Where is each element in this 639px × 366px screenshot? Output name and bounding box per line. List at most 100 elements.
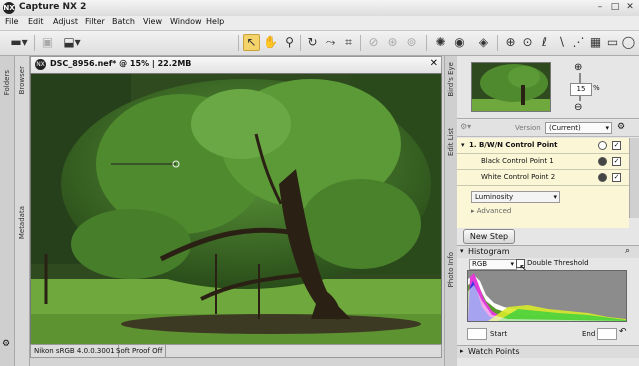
edit-list-scrollbar[interactable] <box>629 138 639 218</box>
histogram-header[interactable]: ▾ Histogram ⌕ <box>457 245 639 258</box>
watch-points-title: Watch Points <box>468 347 520 356</box>
soft-proof-toggle[interactable]: Soft Proof Off <box>113 345 167 357</box>
tree-photo <box>31 74 441 344</box>
blend-mode-value: Luminosity <box>475 193 514 201</box>
menu-batch[interactable]: Batch <box>112 17 135 26</box>
zoom-in-icon[interactable]: ⊕ <box>574 62 582 73</box>
app-title: Capture NX 2 <box>19 2 87 12</box>
step-visibility-radio[interactable] <box>598 141 607 150</box>
close-button[interactable]: ✕ <box>624 2 636 13</box>
menu-filter[interactable]: Filter <box>85 17 105 26</box>
blend-mode-select[interactable]: Luminosity ▾ <box>471 191 560 203</box>
document-status-bar: Nikon sRGB 4.0.0.3001 Soft Proof Off <box>30 344 442 358</box>
reset-icon[interactable]: ↶ <box>619 327 627 337</box>
gear-icon[interactable]: ⚙▾ <box>460 122 471 131</box>
crop-icon[interactable]: ⌗ <box>341 35 356 50</box>
menu-help[interactable]: Help <box>206 17 224 26</box>
lasso-icon[interactable]: ℓ <box>537 35 552 50</box>
channel-value: RGB <box>472 260 488 268</box>
channel-select[interactable]: RGB ▾ <box>469 259 517 270</box>
folders-tab[interactable]: Folders <box>3 70 11 95</box>
retouch-icon[interactable]: ⊚ <box>404 35 419 50</box>
fill-icon[interactable]: ▦ <box>588 35 603 50</box>
control-point-checkbox[interactable]: ✓ <box>612 157 621 166</box>
end-label: End <box>582 330 596 338</box>
document-title: DSC_8956.nef* @ 15% | 22.2MB <box>50 59 192 68</box>
metadata-tab[interactable]: Metadata <box>18 206 26 239</box>
browser-tab[interactable]: Browser <box>18 66 26 94</box>
control-point-label: Black Control Point 1 <box>481 157 554 165</box>
marquee-icon[interactable]: ▭ <box>605 35 620 50</box>
version-select[interactable]: (Current) ▾ <box>545 122 612 134</box>
rotate-icon[interactable]: ↻ <box>305 35 320 50</box>
straighten-icon[interactable]: ⤳ <box>323 35 338 50</box>
control-point-row[interactable]: White Control Point 2 ✓ <box>457 170 629 186</box>
new-step-button[interactable]: New Step <box>463 229 515 244</box>
right-dock: Bird's Eye Edit List Photo Info <box>444 56 458 366</box>
eye-icon[interactable]: ◉ <box>452 35 467 50</box>
collapse-icon[interactable]: ▾ <box>461 141 465 149</box>
document-close-button[interactable]: ✕ <box>430 58 438 69</box>
edit-step-title: 1. B/W/N Control Point <box>469 141 558 149</box>
version-label: Version <box>515 124 541 132</box>
collapse-icon: ▾ <box>460 247 464 255</box>
photo-info-tab[interactable]: Photo Info <box>447 252 455 287</box>
eyedropper-icon[interactable]: ⌕ <box>625 246 630 256</box>
start-field[interactable] <box>467 328 487 340</box>
zoom-field[interactable]: 15 <box>570 83 592 96</box>
version-value: (Current) <box>549 124 581 132</box>
chevron-down-icon: ▾ <box>553 193 557 201</box>
toolbar: ▬▾ ▣ ⬓▾ ↖ ✋ ⚲ ↻ ⤳ ⌗ ⊘ ⊛ ⊚ ✺ ◉ ◈ ⊕ ⊙ ℓ ∖ … <box>0 31 639 56</box>
control-point-checkbox[interactable]: ✓ <box>612 173 621 182</box>
edit-list-tab[interactable]: Edit List <box>447 128 455 156</box>
menu-view[interactable]: View <box>143 17 162 26</box>
watch-points-header[interactable]: ▸ Watch Points <box>457 345 639 358</box>
step-checkbox[interactable]: ✓ <box>612 141 621 150</box>
control-point-radio[interactable] <box>598 157 607 166</box>
birds-eye-panel: ⊕ 15 % ⊖ <box>457 56 639 119</box>
zoom-out-icon[interactable]: ⊖ <box>574 102 582 113</box>
menu-window[interactable]: Window <box>170 17 202 26</box>
double-threshold-label: Double Threshold <box>527 259 589 267</box>
selection-brush-icon[interactable]: ∖ <box>554 35 569 50</box>
advanced-toggle[interactable]: ▸ Advanced <box>471 207 511 215</box>
control-point-icon[interactable]: ⊕ <box>503 35 518 50</box>
maximize-button[interactable]: □ <box>609 2 621 13</box>
auto-retouch-icon[interactable]: ⊛ <box>385 35 400 50</box>
end-field[interactable] <box>597 328 617 340</box>
title-bar: NX Capture NX 2 – □ ✕ <box>0 0 639 17</box>
photo-canvas[interactable] <box>30 73 442 345</box>
control-point-row[interactable]: Black Control Point 1 ✓ <box>457 154 629 170</box>
menu-adjust[interactable]: Adjust <box>53 17 78 26</box>
gradient-icon[interactable]: ⋰ <box>571 35 586 50</box>
ellipse-marquee-icon[interactable]: ◯ <box>621 35 636 50</box>
control-point-label: White Control Point 2 <box>481 173 556 181</box>
tag-icon[interactable]: ◈ <box>476 35 491 50</box>
browser-icon[interactable]: ▣ <box>40 35 55 50</box>
gear-icon[interactable]: ⚙ <box>2 339 10 349</box>
document-icon: NX <box>35 59 46 70</box>
left-dock: Folders ⚙ <box>0 56 15 366</box>
zoom-unit: % <box>593 84 600 92</box>
birds-eye-tab[interactable]: Bird's Eye <box>447 62 455 97</box>
menu-edit[interactable]: Edit <box>28 17 44 26</box>
app-logo-icon: NX <box>3 2 15 14</box>
control-point-radio[interactable] <box>598 173 607 182</box>
document-titlebar[interactable]: NX DSC_8956.nef* @ 15% | 22.2MB ✕ <box>30 56 442 74</box>
workspace-icon[interactable]: ▬▾ <box>8 35 30 50</box>
edit-step-row[interactable]: ▾ 1. B/W/N Control Point ✓ <box>457 138 629 154</box>
minimize-button[interactable]: – <box>594 2 606 13</box>
save-icon[interactable]: ⬓▾ <box>62 35 82 50</box>
red-eye-icon[interactable]: ⊘ <box>366 35 381 50</box>
lightbulb-icon[interactable]: ✺ <box>433 35 448 50</box>
hand-icon[interactable]: ✋ <box>263 35 278 50</box>
histogram-graph[interactable] <box>467 270 627 322</box>
menu-file[interactable]: File <box>5 17 18 26</box>
menu-bar: File Edit Adjust Filter Batch View Windo… <box>0 16 639 31</box>
zoom-icon[interactable]: ⚲ <box>282 35 297 50</box>
red-eye-control-icon[interactable]: ⊙ <box>520 35 535 50</box>
settings-icon[interactable]: ⚙ <box>617 122 625 132</box>
color-profile[interactable]: Nikon sRGB 4.0.0.3001 <box>31 345 119 357</box>
birds-eye-thumbnail[interactable] <box>471 62 551 112</box>
direct-select-icon[interactable]: ↖ <box>243 34 260 51</box>
